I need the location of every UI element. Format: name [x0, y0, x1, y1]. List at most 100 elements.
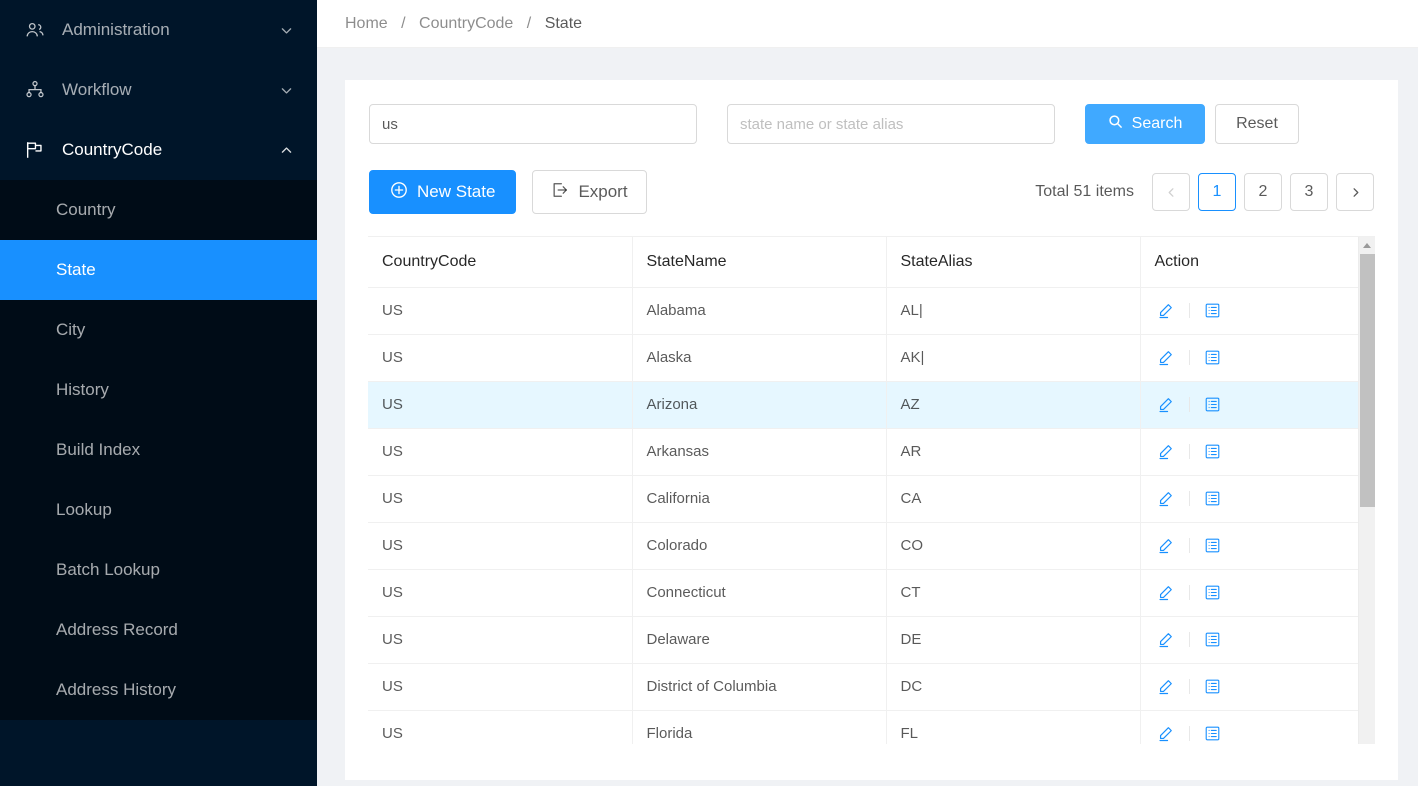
action-divider	[1188, 303, 1190, 318]
edit-icon[interactable]	[1155, 394, 1177, 416]
sidebar-item-workflow[interactable]: Workflow	[0, 60, 317, 120]
reset-button-label: Reset	[1236, 115, 1278, 132]
cell-action	[1140, 616, 1376, 664]
cell-action	[1140, 287, 1375, 335]
cell-country-code: US	[368, 616, 633, 664]
column-header-state-alias[interactable]: StateAlias	[886, 237, 1141, 288]
sidebar-item-history[interactable]: History	[0, 360, 317, 420]
column-header-action: Action	[1140, 237, 1375, 288]
cell-country-code: US	[368, 663, 633, 711]
edit-icon[interactable]	[1155, 347, 1177, 369]
edit-icon[interactable]	[1155, 676, 1177, 698]
sidebar-item-administration[interactable]: Administration	[0, 0, 317, 60]
edit-icon[interactable]	[1155, 582, 1177, 604]
edit-icon[interactable]	[1155, 629, 1177, 651]
table-row[interactable]: US Colorado CO	[368, 522, 1376, 570]
sidebar-item-label: Address Record	[56, 620, 178, 639]
chevron-down-icon[interactable]	[279, 83, 293, 97]
chevron-down-icon[interactable]	[279, 23, 293, 37]
detail-list-icon[interactable]	[1202, 535, 1224, 557]
row-action-group	[1155, 535, 1376, 557]
country-code-search-input[interactable]	[369, 104, 697, 144]
export-button[interactable]: Export	[532, 170, 647, 214]
table-row[interactable]: US Arizona AZ	[368, 381, 1376, 429]
cell-action	[1140, 663, 1375, 711]
edit-icon[interactable]	[1155, 535, 1177, 557]
row-action-group	[1155, 488, 1376, 510]
detail-list-icon[interactable]	[1202, 582, 1224, 604]
detail-list-icon[interactable]	[1202, 676, 1224, 698]
edit-icon[interactable]	[1155, 488, 1177, 510]
sidebar-item-country[interactable]: Country	[0, 180, 317, 240]
sidebar-item-lookup[interactable]: Lookup	[0, 480, 317, 540]
table-row[interactable]: US District of Columbia DC	[368, 663, 1375, 711]
cell-state-name: Connecticut	[632, 569, 887, 617]
detail-list-icon[interactable]	[1202, 300, 1224, 322]
pagination-page-1[interactable]: 1	[1198, 173, 1236, 211]
action-divider	[1188, 726, 1190, 741]
sidebar-item-build-index[interactable]: Build Index	[0, 420, 317, 480]
table-row[interactable]: US Alaska AK|	[368, 334, 1375, 382]
cell-action	[1140, 334, 1375, 382]
cell-state-alias: AK|	[886, 334, 1141, 382]
table-row[interactable]: US Alabama AL|	[368, 287, 1375, 335]
cell-state-alias: AZ	[886, 381, 1141, 429]
column-header-country-code[interactable]: CountryCode	[368, 237, 633, 288]
detail-list-icon[interactable]	[1202, 629, 1224, 651]
scroll-up-arrow-icon[interactable]	[1359, 237, 1375, 254]
table-head: CountryCode StateName StateAlias Action	[368, 237, 1375, 288]
edit-icon[interactable]	[1155, 300, 1177, 322]
table-row[interactable]: US Arkansas AR	[368, 428, 1376, 476]
apartment-icon	[24, 79, 46, 101]
pagination-page-3[interactable]: 3	[1290, 173, 1328, 211]
detail-list-icon[interactable]	[1202, 723, 1224, 745]
breadcrumb-current: State	[544, 14, 583, 32]
sidebar-item-state[interactable]: State	[0, 240, 317, 300]
cell-country-code: US	[368, 569, 633, 617]
detail-list-icon[interactable]	[1202, 441, 1224, 463]
cell-action	[1140, 381, 1376, 429]
edit-icon[interactable]	[1155, 723, 1177, 745]
detail-list-icon[interactable]	[1202, 394, 1224, 416]
table-row[interactable]: US California CA	[368, 475, 1376, 523]
cell-state-name: Alaska	[632, 334, 887, 382]
sidebar-item-label: City	[56, 320, 86, 339]
sidebar-item-batch-lookup[interactable]: Batch Lookup	[0, 540, 317, 600]
cell-state-alias: DC	[886, 663, 1141, 711]
pagination: Total 51 items 1 2 3	[1035, 173, 1374, 211]
cell-country-code: US	[368, 522, 633, 570]
detail-list-icon[interactable]	[1202, 488, 1224, 510]
scrollbar-thumb[interactable]	[1360, 254, 1375, 507]
action-divider	[1188, 585, 1190, 600]
chevron-up-icon[interactable]	[279, 143, 293, 157]
table-vertical-scrollbar[interactable]	[1358, 237, 1375, 744]
state-table-container: CountryCode StateName StateAlias Action …	[368, 236, 1375, 744]
pagination-prev-button[interactable]	[1152, 173, 1190, 211]
edit-icon[interactable]	[1155, 441, 1177, 463]
table-row[interactable]: US Delaware DE	[368, 616, 1376, 664]
state-search-input[interactable]	[727, 104, 1055, 144]
pagination-page-2[interactable]: 2	[1244, 173, 1282, 211]
action-divider	[1188, 632, 1190, 647]
sidebar-item-label: History	[56, 380, 109, 399]
row-action-group	[1155, 441, 1376, 463]
breadcrumb-home[interactable]: Home	[345, 15, 388, 32]
table-body: US Alabama AL| US Alaska AK| US Arizona AZ US Arka…	[368, 287, 1375, 744]
sidebar-item-address-record[interactable]: Address Record	[0, 600, 317, 660]
new-state-button[interactable]: New State	[369, 170, 517, 214]
pagination-next-button[interactable]	[1336, 173, 1374, 211]
chevron-right-icon	[1352, 187, 1358, 197]
table-row[interactable]: US Connecticut CT	[368, 569, 1375, 617]
sidebar-item-address-history[interactable]: Address History	[0, 660, 317, 720]
sidebar-item-countrycode[interactable]: CountryCode	[0, 120, 317, 180]
column-header-state-name[interactable]: StateName	[632, 237, 887, 288]
search-button[interactable]: Search	[1085, 104, 1205, 144]
table-row[interactable]: US Florida FL	[368, 710, 1375, 744]
reset-button[interactable]: Reset	[1215, 104, 1299, 144]
sidebar-item-city[interactable]: City	[0, 300, 317, 360]
detail-list-icon[interactable]	[1202, 347, 1224, 369]
top-header-bar: Home / CountryCode / State	[317, 0, 1418, 48]
row-action-group	[1155, 629, 1376, 651]
breadcrumb-countrycode[interactable]: CountryCode	[419, 15, 513, 32]
row-action-group	[1155, 394, 1376, 416]
